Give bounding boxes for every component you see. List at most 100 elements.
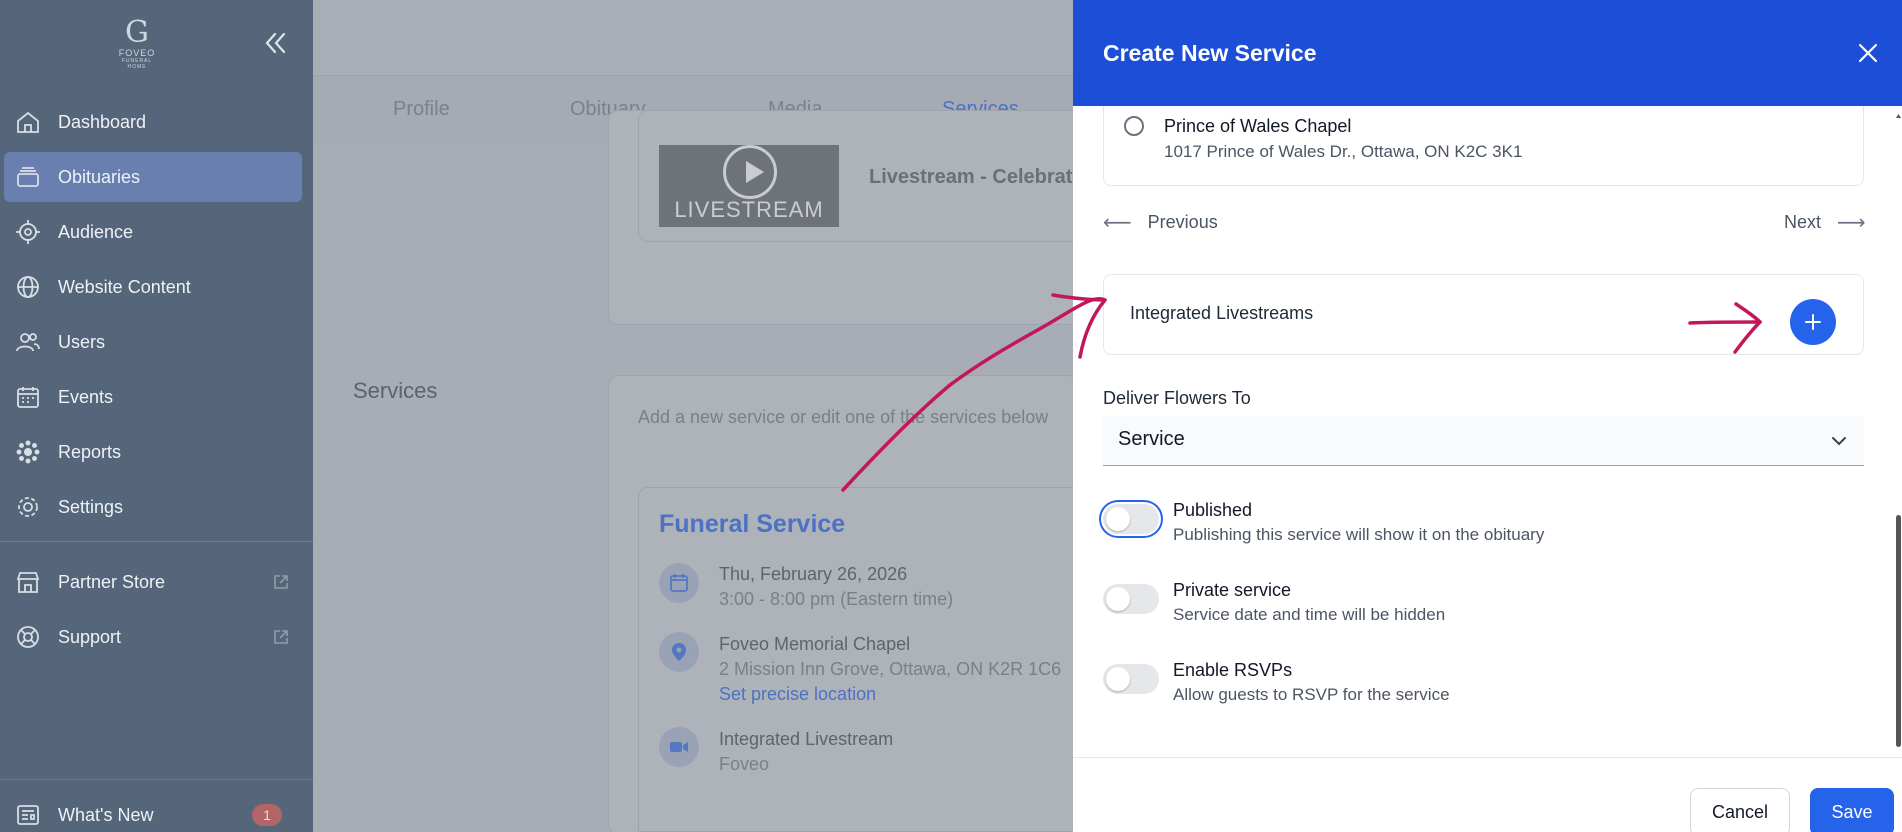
- external-link-icon: [272, 573, 290, 591]
- sidebar-item-label: Reports: [58, 441, 122, 462]
- notification-badge: 1: [252, 804, 282, 826]
- external-link-icon: [272, 628, 290, 646]
- panel-footer-divider: [1073, 757, 1902, 758]
- livestream-title[interactable]: Livestream - Celebrat: [869, 166, 1072, 189]
- toggle-title: Enable RSVPs: [1173, 660, 1293, 680]
- sidebar-item-label: Users: [58, 331, 106, 352]
- venue-name: Prince of Wales Chapel: [1164, 116, 1352, 136]
- sidebar-item-label: Events: [58, 386, 114, 407]
- service-address: 2 Mission Inn Grove, Ottawa, ON K2R 1C6: [719, 659, 1062, 679]
- venue-radio[interactable]: [1124, 116, 1144, 136]
- sidebar-item-label: Partner Store: [58, 571, 166, 592]
- chevron-down-icon: [1830, 432, 1848, 450]
- sidebar-item-label: Settings: [58, 496, 124, 517]
- service-livestream-provider: Foveo: [719, 754, 770, 774]
- calendar-icon: [659, 563, 699, 603]
- lifebuoy-icon: [14, 623, 42, 651]
- sidebar-item-label: Audience: [58, 221, 134, 242]
- store-icon: [14, 568, 42, 596]
- video-camera-icon: [659, 727, 699, 767]
- logo-sub: FUNERAL HOME: [121, 58, 153, 70]
- livestream-thumbnail[interactable]: LIVESTREAM: [659, 145, 839, 227]
- collapse-sidebar-icon[interactable]: [262, 30, 288, 56]
- foveo-logo[interactable]: G FOVEO FUNERAL HOME: [112, 15, 162, 71]
- next-button[interactable]: Next ⟶: [1784, 210, 1866, 235]
- logo-name: FOVEO: [118, 48, 156, 58]
- toggle-knob: [1106, 507, 1130, 531]
- sidebar-item-label: Website Content: [58, 276, 191, 297]
- plus-icon: [1805, 314, 1821, 330]
- sidebar-item-events[interactable]: Events: [4, 372, 302, 422]
- home-icon: [14, 108, 42, 136]
- sidebar-item-label: What's New: [58, 804, 154, 825]
- sidebar-item-dashboard[interactable]: Dashboard: [4, 97, 302, 147]
- add-livestream-button[interactable]: [1790, 299, 1836, 345]
- sidebar-item-label: Support: [58, 626, 122, 647]
- sidebar-item-support[interactable]: Support: [4, 612, 302, 662]
- thumbnail-label: LIVESTREAM: [674, 197, 824, 222]
- tab-profile[interactable]: Profile: [393, 98, 450, 121]
- calendar-icon: [14, 383, 42, 411]
- arrow-left-icon: ⟵: [1103, 212, 1132, 234]
- toggle-title: Published: [1173, 500, 1253, 520]
- reports-icon: [14, 438, 42, 466]
- sidebar-item-label: Obituaries: [58, 166, 141, 187]
- private-service-toggle[interactable]: [1103, 584, 1159, 614]
- gear-icon: [14, 493, 42, 521]
- sidebar-item-whats-new[interactable]: What's New 1: [4, 790, 302, 832]
- section-title: Services: [353, 378, 438, 403]
- service-title[interactable]: Funeral Service: [659, 510, 845, 539]
- close-icon[interactable]: [1856, 41, 1880, 65]
- create-service-panel: Create New Service Prince of Wales Chape…: [1073, 0, 1902, 832]
- published-toggle-row: Published Publishing this service will s…: [1103, 500, 1864, 560]
- sidebar-item-obituaries[interactable]: Obituaries: [4, 152, 302, 202]
- deliver-flowers-value: Service: [1118, 428, 1185, 450]
- sidebar-item-users[interactable]: Users: [4, 317, 302, 367]
- sidebar-item-settings[interactable]: Settings: [4, 482, 302, 532]
- services-description: Add a new service or edit one of the ser…: [638, 407, 1049, 427]
- service-date: Thu, February 26, 2026: [719, 564, 908, 584]
- save-button[interactable]: Save: [1810, 788, 1894, 832]
- stack-icon: [14, 163, 42, 191]
- previous-button[interactable]: ⟵ Previous: [1103, 210, 1218, 235]
- sidebar-item-reports[interactable]: Reports: [4, 427, 302, 477]
- toggle-description: Allow guests to RSVP for the service: [1173, 685, 1450, 704]
- toggle-description: Publishing this service will show it on …: [1173, 525, 1545, 544]
- toggle-knob: [1106, 667, 1130, 691]
- logo-mark: G: [125, 15, 149, 50]
- panel-header: Create New Service: [1073, 0, 1902, 106]
- service-venue: Foveo Memorial Chapel: [719, 634, 911, 654]
- service-time: 3:00 - 8:00 pm (Eastern time): [719, 589, 954, 609]
- venue-option[interactable]: Prince of Wales Chapel 1017 Prince of Wa…: [1103, 106, 1864, 186]
- service-livestream-label: Integrated Livestream: [719, 729, 894, 749]
- users-icon: [14, 328, 42, 356]
- globe-icon: [14, 273, 42, 301]
- sidebar-divider: [0, 541, 313, 542]
- integrated-livestreams-label: Integrated Livestreams: [1130, 303, 1314, 323]
- scrollbar-thumb[interactable]: [1896, 515, 1901, 747]
- play-icon: [723, 145, 777, 199]
- sidebar-divider: [0, 779, 313, 780]
- panel-title: Create New Service: [1103, 40, 1317, 66]
- enable-rsvps-toggle[interactable]: [1103, 664, 1159, 694]
- toggle-knob: [1106, 587, 1130, 611]
- cancel-button[interactable]: Cancel: [1690, 788, 1790, 832]
- next-label: Next: [1784, 212, 1822, 232]
- set-location-link[interactable]: Set precise location: [719, 684, 876, 705]
- sidebar-item-website-content[interactable]: Website Content: [4, 262, 302, 312]
- integrated-livestreams-section: Integrated Livestreams: [1103, 274, 1864, 355]
- previous-label: Previous: [1147, 212, 1218, 232]
- sidebar: G FOVEO FUNERAL HOME Dashboard Obituarie…: [0, 0, 313, 832]
- target-icon: [14, 218, 42, 246]
- toggle-title: Private service: [1173, 580, 1292, 600]
- private-service-toggle-row: Private service Service date and time wi…: [1103, 580, 1864, 640]
- sidebar-item-partner-store[interactable]: Partner Store: [4, 557, 302, 607]
- sidebar-item-audience[interactable]: Audience: [4, 207, 302, 257]
- venue-address: 1017 Prince of Wales Dr., Ottawa, ON K2C…: [1164, 142, 1523, 161]
- deliver-flowers-select[interactable]: Service: [1103, 416, 1864, 466]
- arrow-right-icon: ⟶: [1837, 212, 1866, 234]
- enable-rsvps-toggle-row: Enable RSVPs Allow guests to RSVP for th…: [1103, 660, 1864, 720]
- location-pin-icon: [659, 632, 699, 672]
- sidebar-item-label: Dashboard: [58, 111, 147, 132]
- published-toggle[interactable]: [1103, 504, 1159, 534]
